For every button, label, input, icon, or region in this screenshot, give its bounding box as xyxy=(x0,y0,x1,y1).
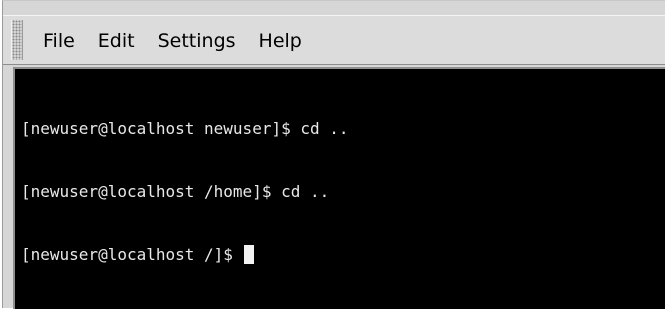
menu-items: File Edit Settings Help xyxy=(43,16,325,66)
terminal-line-text: [newuser@localhost /home]$ cd .. xyxy=(21,182,330,201)
text-cursor xyxy=(243,245,254,264)
terminal-output-area[interactable]: [newuser@localhost newuser]$ cd .. [newu… xyxy=(13,67,665,309)
terminal-line-text: [newuser@localhost newuser]$ cd .. xyxy=(21,119,349,138)
terminal-window: File Edit Settings Help [newuser@localho… xyxy=(2,0,665,309)
menu-bar: File Edit Settings Help xyxy=(3,15,665,65)
terminal-line: [newuser@localhost /home]$ cd .. xyxy=(21,181,349,202)
menu-file[interactable]: File xyxy=(43,30,75,52)
terminal-prompt-text: [newuser@localhost /]$ xyxy=(21,245,243,264)
terminal-line: [newuser@localhost newuser]$ cd .. xyxy=(21,118,349,139)
menu-help[interactable]: Help xyxy=(259,30,302,52)
menu-settings[interactable]: Settings xyxy=(158,30,236,52)
menu-edit[interactable]: Edit xyxy=(98,30,135,52)
terminal-text: [newuser@localhost newuser]$ cd .. [newu… xyxy=(21,76,349,307)
terminal-prompt-line: [newuser@localhost /]$ xyxy=(21,244,349,265)
menubar-drag-handle-icon[interactable] xyxy=(11,20,23,60)
